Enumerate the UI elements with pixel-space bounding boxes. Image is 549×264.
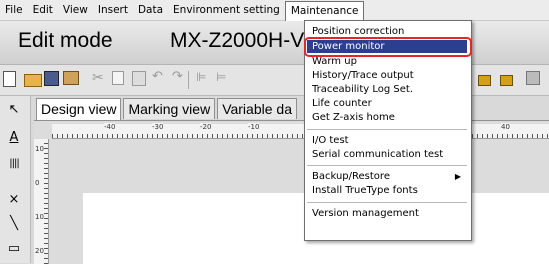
text-tool-icon[interactable]: A (6, 130, 22, 146)
submenu-arrow-icon: ▶ (454, 172, 461, 181)
window-icon[interactable] (526, 71, 540, 85)
menu-item-history-trace-output[interactable]: History/Trace output (307, 69, 467, 82)
line-tool-icon[interactable]: ╲ (6, 216, 22, 232)
undo-icon[interactable]: ↶ (152, 69, 168, 85)
view-tabs: Design view Marking view Variable da (36, 98, 299, 120)
align-left-icon[interactable]: ⊫ (196, 70, 212, 86)
redo-icon[interactable]: ↷ (172, 69, 188, 85)
ruler-tick-label: 10 (35, 213, 44, 221)
rectangle-tool-icon[interactable]: ▭ (6, 241, 22, 257)
menu-item-serial-communication-test[interactable]: Serial communication test (307, 148, 467, 161)
save-icon[interactable] (44, 71, 59, 86)
arrow-select-icon[interactable]: ↖ (6, 102, 22, 118)
ruler-tick-label: 20 (35, 247, 44, 255)
menu-item-version-management[interactable]: Version management (307, 207, 467, 220)
menu-view[interactable]: View (58, 0, 93, 20)
ruler-tick-label: -30 (152, 123, 164, 131)
ruler-tick-label: -40 (104, 123, 116, 131)
new-document-icon[interactable] (3, 71, 16, 87)
cut-icon[interactable]: ✂ (92, 70, 108, 86)
left-tool-palette: ↖ A |||| × ╲ ▭ (0, 96, 31, 263)
tab-variable-data[interactable]: Variable da (217, 98, 297, 119)
lock-icon[interactable] (478, 75, 491, 86)
cross-tool-icon[interactable]: × (6, 192, 22, 208)
menu-separator (307, 165, 467, 166)
menu-data[interactable]: Data (133, 0, 168, 20)
menu-edit[interactable]: Edit (28, 0, 58, 20)
ruler-tick-label: 0 (35, 179, 40, 187)
open-folder-icon[interactable] (24, 74, 42, 87)
ruler-tick-label: 40 (501, 123, 510, 131)
paste-icon[interactable] (132, 71, 146, 86)
model-name: MX-Z2000H-V1 (170, 29, 316, 52)
menu-file[interactable]: File (0, 0, 28, 20)
menu-maintenance[interactable]: Maintenance (284, 0, 365, 22)
tab-marking-view[interactable]: Marking view (123, 98, 216, 119)
menu-item-backup-restore[interactable]: Backup/Restore ▶ (307, 170, 467, 183)
menu-item-io-test[interactable]: I/O test (307, 134, 467, 147)
barcode-tool-icon[interactable]: |||| (6, 156, 22, 172)
toolbar-separator (188, 71, 189, 89)
menu-item-label: Backup/Restore (312, 171, 390, 182)
ruler-tick-label: -20 (200, 123, 212, 131)
ruler-tick-label: 10 (35, 145, 44, 153)
menu-item-traceability-log-set[interactable]: Traceability Log Set. (307, 83, 467, 96)
menu-separator (307, 202, 467, 203)
menu-item-install-truetype-fonts[interactable]: Install TrueType fonts (307, 184, 467, 197)
menu-item-get-z-axis-home[interactable]: Get Z-axis home (307, 111, 467, 124)
menu-environment-setting[interactable]: Environment setting (168, 0, 285, 20)
align-center-icon[interactable]: ⊨ (216, 70, 232, 86)
horizontal-ruler: -40 -30 -20 -10 40 (52, 123, 549, 139)
tab-design-view[interactable]: Design view (36, 98, 122, 120)
menu-insert[interactable]: Insert (93, 0, 133, 20)
copy-icon[interactable] (112, 71, 124, 85)
power-monitor-annotation-ring (304, 37, 472, 57)
menu-bar: File Edit View Insert Data Environment s… (0, 0, 549, 22)
vertical-ruler: 10 0 10 20 (34, 139, 49, 264)
menu-item-life-counter[interactable]: Life counter (307, 97, 467, 110)
mode-title: Edit mode (18, 29, 113, 52)
print-icon[interactable] (63, 71, 79, 85)
ruler-tick-label: -10 (248, 123, 260, 131)
menu-separator (307, 129, 467, 130)
unlock-icon[interactable] (500, 75, 513, 86)
